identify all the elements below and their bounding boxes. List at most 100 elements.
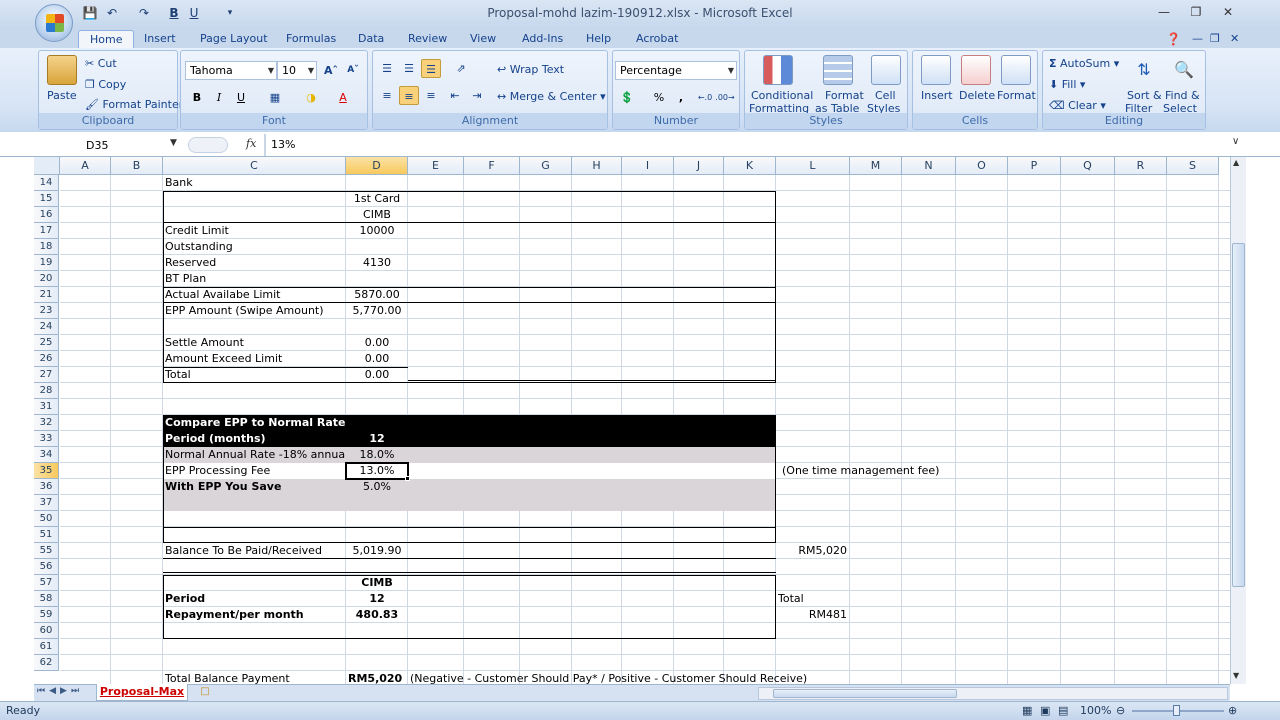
cell-d15[interactable]: 1st Card [346, 191, 408, 207]
tab-data[interactable]: Data [358, 30, 384, 48]
align-center-icon[interactable]: ≡ [399, 86, 419, 105]
expand-formula-bar-icon[interactable]: ∨ [1232, 136, 1239, 147]
sort-filter-label-1[interactable]: Sort & [1127, 89, 1162, 102]
cell-c14[interactable]: Bank [165, 175, 193, 191]
font-size-select[interactable]: 10 ▼ [277, 61, 317, 80]
decrease-indent-icon[interactable]: ⇤ [445, 86, 465, 105]
delete-cells-button[interactable]: Delete [959, 89, 995, 102]
tab-home[interactable]: Home [78, 30, 135, 49]
cell-d57[interactable]: CIMB [346, 575, 408, 591]
horizontal-scroll-thumb[interactable] [773, 689, 957, 698]
shrink-font-button[interactable]: Aˇ [343, 61, 363, 80]
cell-d58[interactable]: 12 [346, 591, 408, 607]
column-header-q[interactable]: Q [1061, 157, 1115, 175]
fill-handle[interactable] [405, 476, 410, 481]
paste-icon[interactable] [47, 55, 77, 85]
cell-d36[interactable]: 5.0% [346, 479, 408, 495]
row-header-51[interactable]: 51 [34, 527, 59, 543]
horizontal-scrollbar[interactable] [758, 687, 1228, 700]
font-name-select[interactable]: Tahoma ▼ [185, 61, 277, 80]
row-header-32[interactable]: 32 [34, 415, 59, 431]
cell-l59[interactable]: RM481 [776, 607, 847, 623]
orientation-icon[interactable]: ⇗ [451, 59, 471, 78]
fill-color-icon[interactable]: ◑ [301, 88, 321, 107]
cell-c58[interactable]: Period [165, 591, 205, 607]
vertical-scroll-thumb[interactable] [1232, 243, 1245, 587]
cell-c36[interactable]: With EPP You Save [165, 479, 281, 495]
row-header-33[interactable]: 33 [34, 431, 59, 447]
find-select-label-1[interactable]: Find & [1165, 89, 1200, 102]
row-header-28[interactable]: 28 [34, 383, 59, 399]
cell-d17[interactable]: 10000 [346, 223, 408, 239]
row-header-35[interactable]: 35 [34, 463, 59, 479]
column-header-b[interactable]: B [111, 157, 163, 175]
row-header-15[interactable]: 15 [34, 191, 59, 207]
cell-c35[interactable]: EPP Processing Fee [165, 463, 270, 479]
row-header-21[interactable]: 21 [34, 287, 59, 303]
percent-button[interactable]: % [649, 88, 669, 107]
row-header-55[interactable]: 55 [34, 543, 59, 559]
column-header-g[interactable]: G [520, 157, 572, 175]
row-header-23[interactable]: 23 [34, 303, 59, 319]
tab-help[interactable]: Help [586, 30, 611, 48]
delete-cells-icon[interactable] [961, 55, 991, 85]
cell-d16[interactable]: CIMB [346, 207, 408, 223]
row-header-60[interactable]: 60 [34, 623, 59, 639]
increase-decimal-icon[interactable]: ←.0 [695, 88, 715, 107]
row-header-59[interactable]: 59 [34, 607, 59, 623]
format-as-table-icon[interactable] [823, 55, 853, 85]
column-header-e[interactable]: E [408, 157, 464, 175]
tab-view[interactable]: View [470, 30, 496, 48]
normal-view-icon[interactable]: ▦ [1022, 704, 1032, 717]
align-bottom-icon[interactable]: ☰ [421, 59, 441, 78]
row-header-20[interactable]: 20 [34, 271, 59, 287]
merge-center-button[interactable]: ↔ Merge & Center ▾ [497, 90, 606, 103]
row-header-24[interactable]: 24 [34, 319, 59, 335]
conditional-formatting-label-1[interactable]: Conditional [751, 89, 813, 102]
cell-styles-label-1[interactable]: Cell [875, 89, 896, 102]
tab-review[interactable]: Review [408, 30, 447, 48]
align-right-icon[interactable]: ≡ [421, 86, 441, 105]
close-button[interactable]: ✕ [1214, 2, 1242, 22]
select-all-button[interactable] [34, 157, 60, 175]
font-color-icon[interactable]: A [333, 88, 353, 107]
row-header-62[interactable]: 62 [34, 655, 59, 671]
align-middle-icon[interactable]: ☰ [399, 59, 419, 78]
cell-c17[interactable]: Credit Limit [165, 223, 229, 239]
cell-d25[interactable]: 0.00 [346, 335, 408, 351]
cell-d27[interactable]: 0.00 [346, 367, 408, 383]
column-header-s[interactable]: S [1167, 157, 1219, 175]
row-header-26[interactable]: 26 [34, 351, 59, 367]
row-header-61[interactable]: 61 [34, 639, 59, 655]
format-painter-button[interactable]: 🖌 Format Painter [85, 98, 183, 111]
workbook-restore-button[interactable]: ❐ [1210, 30, 1220, 48]
column-header-a[interactable]: A [60, 157, 111, 175]
scroll-up-icon[interactable]: ▲ [1233, 158, 1239, 167]
cell-d63[interactable]: RM5,020 [348, 671, 402, 684]
row-header-18[interactable]: 18 [34, 239, 59, 255]
decrease-decimal-icon[interactable]: .00→ [715, 88, 735, 107]
column-header-k[interactable]: K [724, 157, 776, 175]
insert-cells-icon[interactable] [921, 55, 951, 85]
clear-button[interactable]: ⌫ Clear ▾ [1049, 99, 1106, 112]
wrap-text-button[interactable]: ↩ Wrap Text [497, 63, 564, 76]
cell-e63[interactable]: (Negative - Customer Should Pay* / Posit… [410, 671, 807, 684]
office-button[interactable] [35, 4, 73, 42]
zoom-slider-thumb[interactable] [1173, 705, 1180, 716]
cell-d33[interactable]: 12 [346, 431, 408, 447]
grow-font-button[interactable]: Aˆ [321, 61, 341, 80]
scroll-down-icon[interactable]: ▼ [1233, 671, 1239, 680]
zoom-level[interactable]: 100% [1080, 704, 1111, 717]
column-header-f[interactable]: F [464, 157, 520, 175]
cell-d19[interactable]: 4130 [346, 255, 408, 271]
row-header-16[interactable]: 16 [34, 207, 59, 223]
format-cells-button[interactable]: Format [997, 89, 1036, 102]
copy-button[interactable]: ❐ Copy [85, 78, 126, 91]
cell-c63[interactable]: Total Balance Payment [165, 671, 290, 684]
borders-icon[interactable]: ▦ [265, 88, 285, 107]
cell-d21[interactable]: 5870.00 [346, 287, 408, 303]
tab-acrobat[interactable]: Acrobat [636, 30, 678, 48]
conditional-formatting-icon[interactable] [763, 55, 793, 85]
bold-button[interactable]: B [187, 88, 207, 107]
autosum-button[interactable]: Σ AutoSum ▾ [1049, 57, 1119, 70]
